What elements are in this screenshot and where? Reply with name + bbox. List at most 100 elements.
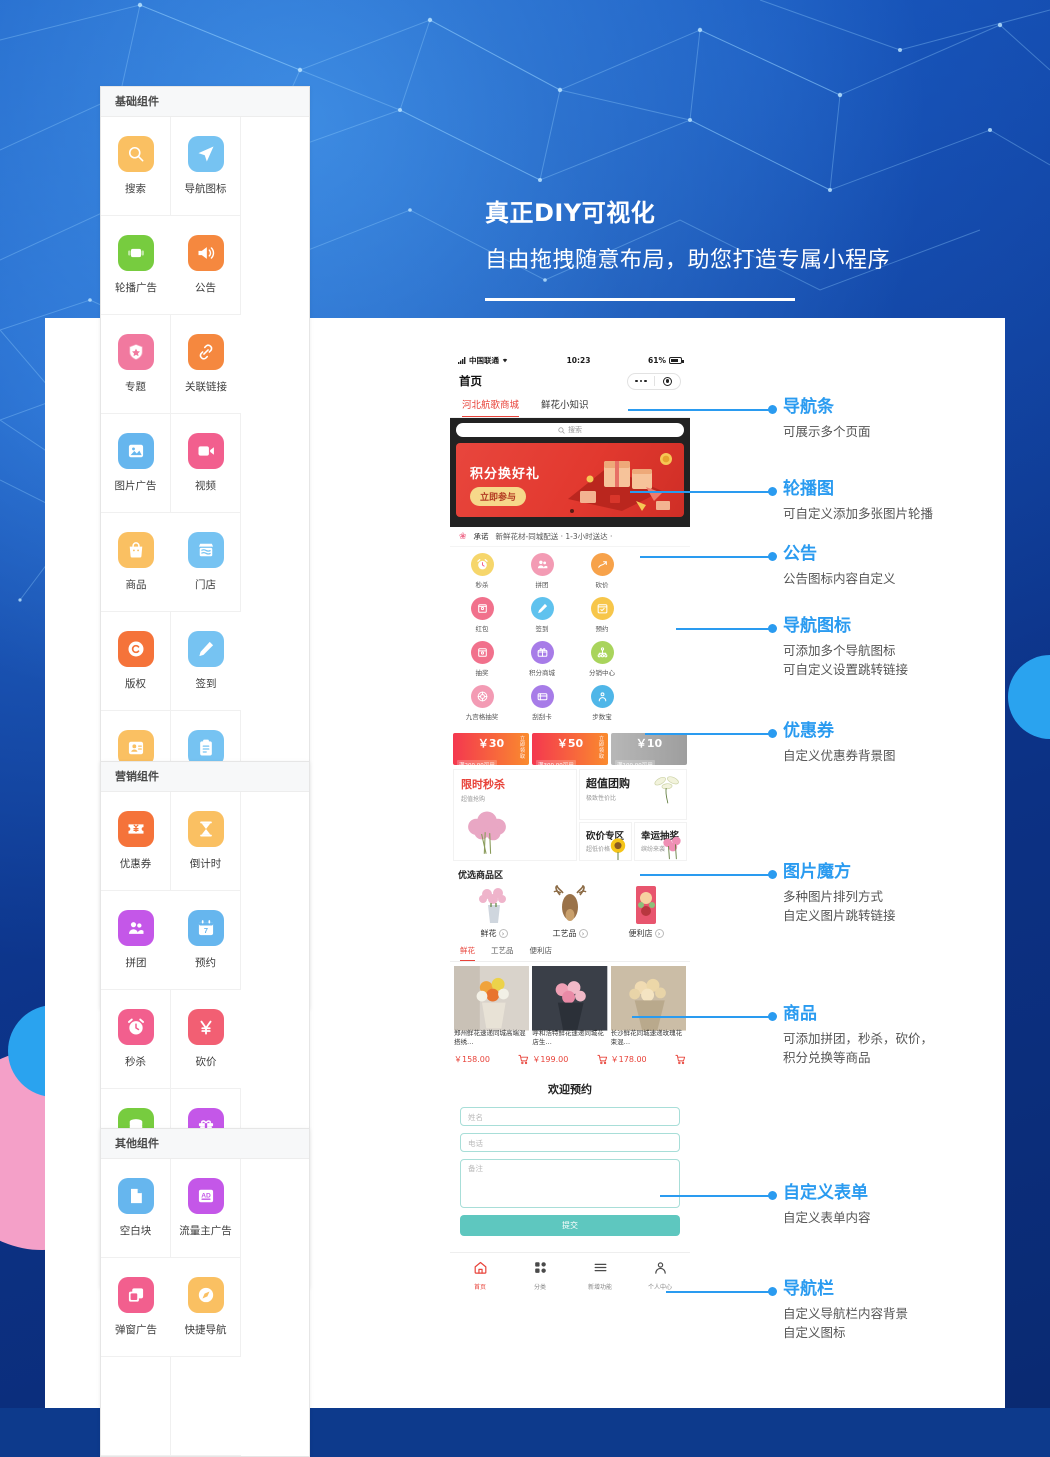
annotation-carousel: 轮播图 可自定义添加多张图片轮播	[783, 478, 933, 523]
cart-icon[interactable]	[518, 1050, 529, 1069]
nav-icon-item[interactable]: 积分商城	[512, 641, 572, 677]
component-item-popup-ad[interactable]: 弹窗广告	[101, 1258, 171, 1357]
close-target-icon[interactable]	[655, 376, 681, 386]
search-placeholder-text: 搜索	[568, 426, 582, 434]
search-icon	[117, 136, 154, 172]
group-buy-icon	[118, 910, 154, 946]
leader-line	[640, 874, 770, 876]
gift-illustration	[568, 453, 672, 511]
cube-cell-seckill[interactable]: 限时秒杀 超值抢购	[453, 769, 577, 861]
component-item-megaphone[interactable]: 公告	[171, 216, 241, 315]
product-card[interactable]: 呼和浩特鲜花速递同城花店生… ￥199.00	[532, 966, 608, 1069]
announcement-label: 承诺	[473, 532, 489, 541]
nav-icon-item[interactable]: 刮刮卡	[512, 685, 572, 721]
component-item-group-buy[interactable]: 拼团	[101, 891, 171, 990]
signal-icon	[458, 356, 466, 364]
phone-field[interactable]: 电话	[460, 1133, 680, 1152]
component-item-coupon[interactable]: 优惠券	[101, 792, 171, 891]
nav-icon-item[interactable]: 九宫格抽奖	[452, 685, 512, 721]
cart-icon[interactable]	[597, 1050, 608, 1069]
component-item-label: 预约	[195, 957, 216, 969]
nav-icon-item[interactable]: 抽奖	[452, 641, 512, 677]
component-item-storefront[interactable]: 门店	[171, 513, 241, 612]
product-image-wrap	[532, 966, 608, 1031]
component-item-calendar[interactable]: 7 预约	[171, 891, 241, 990]
nav-icon-grid[interactable]: 秒杀 拼团 砍价红包 签到 预约抽奖 积分商城 分销中心九宫格抽奖 刮刮卡 步数宝	[450, 547, 690, 731]
coupon-row[interactable]: ￥30 满200.00可用 立即领取 ￥50 满300.00可用 立即领取 ￥10 满100.…	[450, 731, 690, 770]
banner-cta-button[interactable]: 立即参与	[470, 487, 527, 506]
bottom-tab-bar[interactable]: 首页 分类 新增功能 个人中心	[450, 1252, 690, 1291]
nav-icon-item[interactable]: 砍价	[572, 553, 632, 589]
category-card[interactable]: 工艺品 ›	[532, 884, 608, 939]
component-item-shield-star[interactable]: 专题	[101, 315, 171, 414]
annotation-title: 商品	[783, 1004, 817, 1024]
announcement-bar[interactable]: ❀ 承诺 新鲜花材-同城配送 · 1-3小时送达 ·	[450, 527, 690, 547]
component-item-blank-page[interactable]: 空白块	[101, 1159, 171, 1258]
remark-field[interactable]: 备注	[460, 1159, 680, 1208]
sub-tab-bar[interactable]: 鲜花 工艺品 便利店	[450, 941, 690, 962]
name-field[interactable]: 姓名	[460, 1107, 680, 1126]
cube-cell-groupbuy[interactable]: 超值团购 极致性价比	[579, 769, 687, 820]
category-card[interactable]: 鲜花 ›	[456, 885, 532, 939]
cube-cell-bargain[interactable]: 砍价专区 超低价格	[579, 822, 632, 861]
component-item-pencil[interactable]: 签到	[171, 612, 241, 711]
component-item-link[interactable]: 关联链接	[171, 315, 241, 414]
nav-icon-item[interactable]: 红包	[452, 597, 512, 633]
coupon-card[interactable]: ￥10 满100.00可用	[611, 733, 687, 770]
image-cube[interactable]: 限时秒杀 超值抢购 超值团购 极致性价比 砍价专区 超低价格 幸运抽奖 缤纷来袭	[450, 769, 690, 865]
sub-tab[interactable]: 鲜花	[460, 945, 475, 961]
product-card[interactable]: 郑州鲜花速递同城高端混搭绣… ￥158.00	[454, 966, 530, 1069]
cart-icon[interactable]	[675, 1050, 686, 1069]
category-card[interactable]: 便利店 ›	[608, 885, 684, 939]
component-item-copyright[interactable]: 版权	[101, 612, 171, 711]
coupon-card[interactable]: ￥30 满200.00可用 立即领取	[453, 733, 529, 770]
phone-navbar: 首页	[450, 368, 690, 394]
leader-dot	[768, 624, 777, 633]
coupon-claim-button[interactable]: 立即领取	[598, 736, 605, 760]
tabbar-item[interactable]: 个人中心	[630, 1260, 690, 1291]
nav-icon-item[interactable]: 拼团	[512, 553, 572, 589]
component-item-yuan[interactable]: 砍价	[171, 990, 241, 1089]
wechat-capsule[interactable]	[627, 372, 681, 390]
nav-icon-item[interactable]: 秒杀	[452, 553, 512, 589]
tabbar-item[interactable]: 首页	[450, 1260, 510, 1291]
coupon-claim-button[interactable]: 立即领取	[519, 736, 526, 760]
search-input[interactable]: 搜索	[456, 423, 684, 437]
component-item-hourglass[interactable]: 倒计时	[171, 792, 241, 891]
cube-subtitle: 超值抢购	[461, 796, 486, 803]
grid-icon	[533, 1260, 548, 1279]
tabbar-item[interactable]: 新增功能	[570, 1260, 630, 1291]
cube-cell-lottery[interactable]: 幸运抽奖 缤纷来袭	[634, 822, 687, 861]
component-item-ad[interactable]: AD 流量主广告	[171, 1159, 241, 1258]
annotation-title: 图片魔方	[783, 862, 851, 882]
nav-icon-item[interactable]: 签到	[512, 597, 572, 633]
component-item-video[interactable]: 视频	[171, 414, 241, 513]
page-tab[interactable]: 鲜花小知识	[541, 397, 589, 417]
component-item-navigation-arrow[interactable]: 导航图标	[171, 117, 241, 216]
component-item-carousel[interactable]: 轮播广告	[101, 216, 171, 315]
sub-tab[interactable]: 便利店	[530, 945, 553, 961]
tabbar-item[interactable]: 分类	[510, 1260, 570, 1291]
ad-icon: AD	[187, 1178, 224, 1214]
headline-primary: 真正DIY可视化	[485, 199, 656, 227]
component-item-search[interactable]: 搜索	[101, 117, 171, 216]
nav-icon-item[interactable]: 分销中心	[572, 641, 632, 677]
component-item-compass[interactable]: 快捷导航	[171, 1258, 241, 1357]
page-tab-bar[interactable]: 河北航歌商城 鲜花小知识	[450, 394, 690, 418]
nav-icon-item[interactable]: 预约	[572, 597, 632, 633]
more-icon[interactable]	[628, 379, 654, 383]
category-row[interactable]: 鲜花 › 工艺品 › 便利店 ›	[450, 884, 690, 941]
component-item-alarm-clock[interactable]: 秒杀	[101, 990, 171, 1089]
sub-tab[interactable]: 工艺品	[491, 945, 514, 961]
coupon-card[interactable]: ￥50 满300.00可用 立即领取	[532, 733, 608, 770]
component-item-label: 弹窗广告	[115, 1324, 157, 1336]
page-tab[interactable]: 河北航歌商城	[462, 397, 520, 417]
carousel-dot[interactable]	[570, 509, 574, 513]
carousel-banner[interactable]: 积分换好礼 立即参与	[456, 443, 684, 517]
component-item-bag[interactable]: 商品	[101, 513, 171, 612]
annotation-title: 导航图标	[783, 616, 851, 636]
nav-icon-item[interactable]: 步数宝	[572, 685, 632, 721]
submit-button[interactable]: 提交	[460, 1215, 680, 1236]
link-icon	[188, 334, 224, 370]
component-item-image[interactable]: 图片广告	[101, 414, 171, 513]
